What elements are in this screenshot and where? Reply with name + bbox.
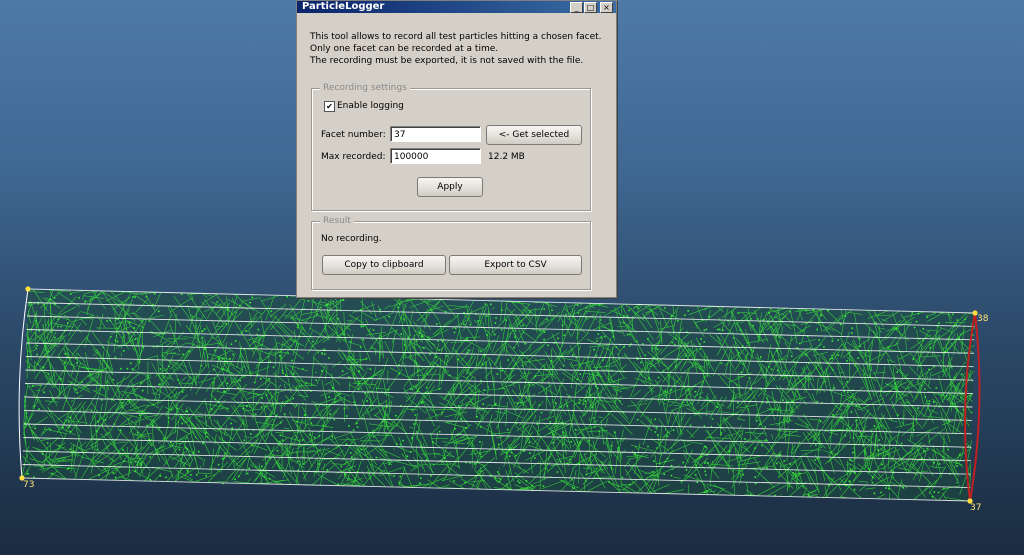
result-status-text: No recording. bbox=[321, 234, 382, 244]
recording-settings-group: Recording settings ✔ Enable logging Face… bbox=[311, 82, 591, 211]
apply-button[interactable]: Apply bbox=[417, 177, 483, 197]
description: This tool allows to record all test part… bbox=[310, 31, 602, 67]
description-line: Only one facet can be recorded at a time… bbox=[310, 44, 499, 54]
vertex-label-38: 38 bbox=[977, 314, 989, 324]
facet-number-label: Facet number: bbox=[321, 130, 386, 140]
memory-size-text: 12.2 MB bbox=[488, 152, 525, 162]
description-line: The recording must be exported, it is no… bbox=[310, 56, 584, 66]
max-recorded-input[interactable]: 100000 bbox=[390, 148, 481, 164]
export-to-csv-button[interactable]: Export to CSV bbox=[449, 255, 582, 275]
max-recorded-label: Max recorded: bbox=[321, 152, 386, 162]
title-bar[interactable]: ParticleLogger _ □ × bbox=[297, 1, 616, 13]
description-line: This tool allows to record all test part… bbox=[310, 32, 602, 42]
close-icon[interactable]: × bbox=[600, 2, 613, 13]
window-title: ParticleLogger bbox=[302, 1, 385, 12]
vertex-label-73: 73 bbox=[23, 480, 35, 490]
checkmark-icon: ✔ bbox=[326, 102, 333, 111]
get-selected-button[interactable]: <- Get selected bbox=[486, 125, 582, 145]
minimize-icon[interactable]: _ bbox=[570, 2, 583, 13]
maximize-icon[interactable]: □ bbox=[584, 2, 597, 13]
enable-logging-checkbox[interactable]: ✔ bbox=[324, 101, 335, 112]
copy-to-clipboard-button[interactable]: Copy to clipboard bbox=[322, 255, 446, 275]
vertex-label-37: 37 bbox=[970, 503, 982, 513]
facet-number-input[interactable]: 37 bbox=[390, 126, 481, 142]
result-legend: Result bbox=[320, 215, 354, 227]
particle-logger-window: ParticleLogger _ □ × This tool allows to… bbox=[296, 0, 617, 298]
result-group: Result No recording. Copy to clipboard E… bbox=[311, 215, 591, 290]
recording-settings-legend: Recording settings bbox=[320, 82, 410, 94]
enable-logging-label: Enable logging bbox=[337, 101, 404, 111]
vertex-marker bbox=[25, 286, 31, 292]
